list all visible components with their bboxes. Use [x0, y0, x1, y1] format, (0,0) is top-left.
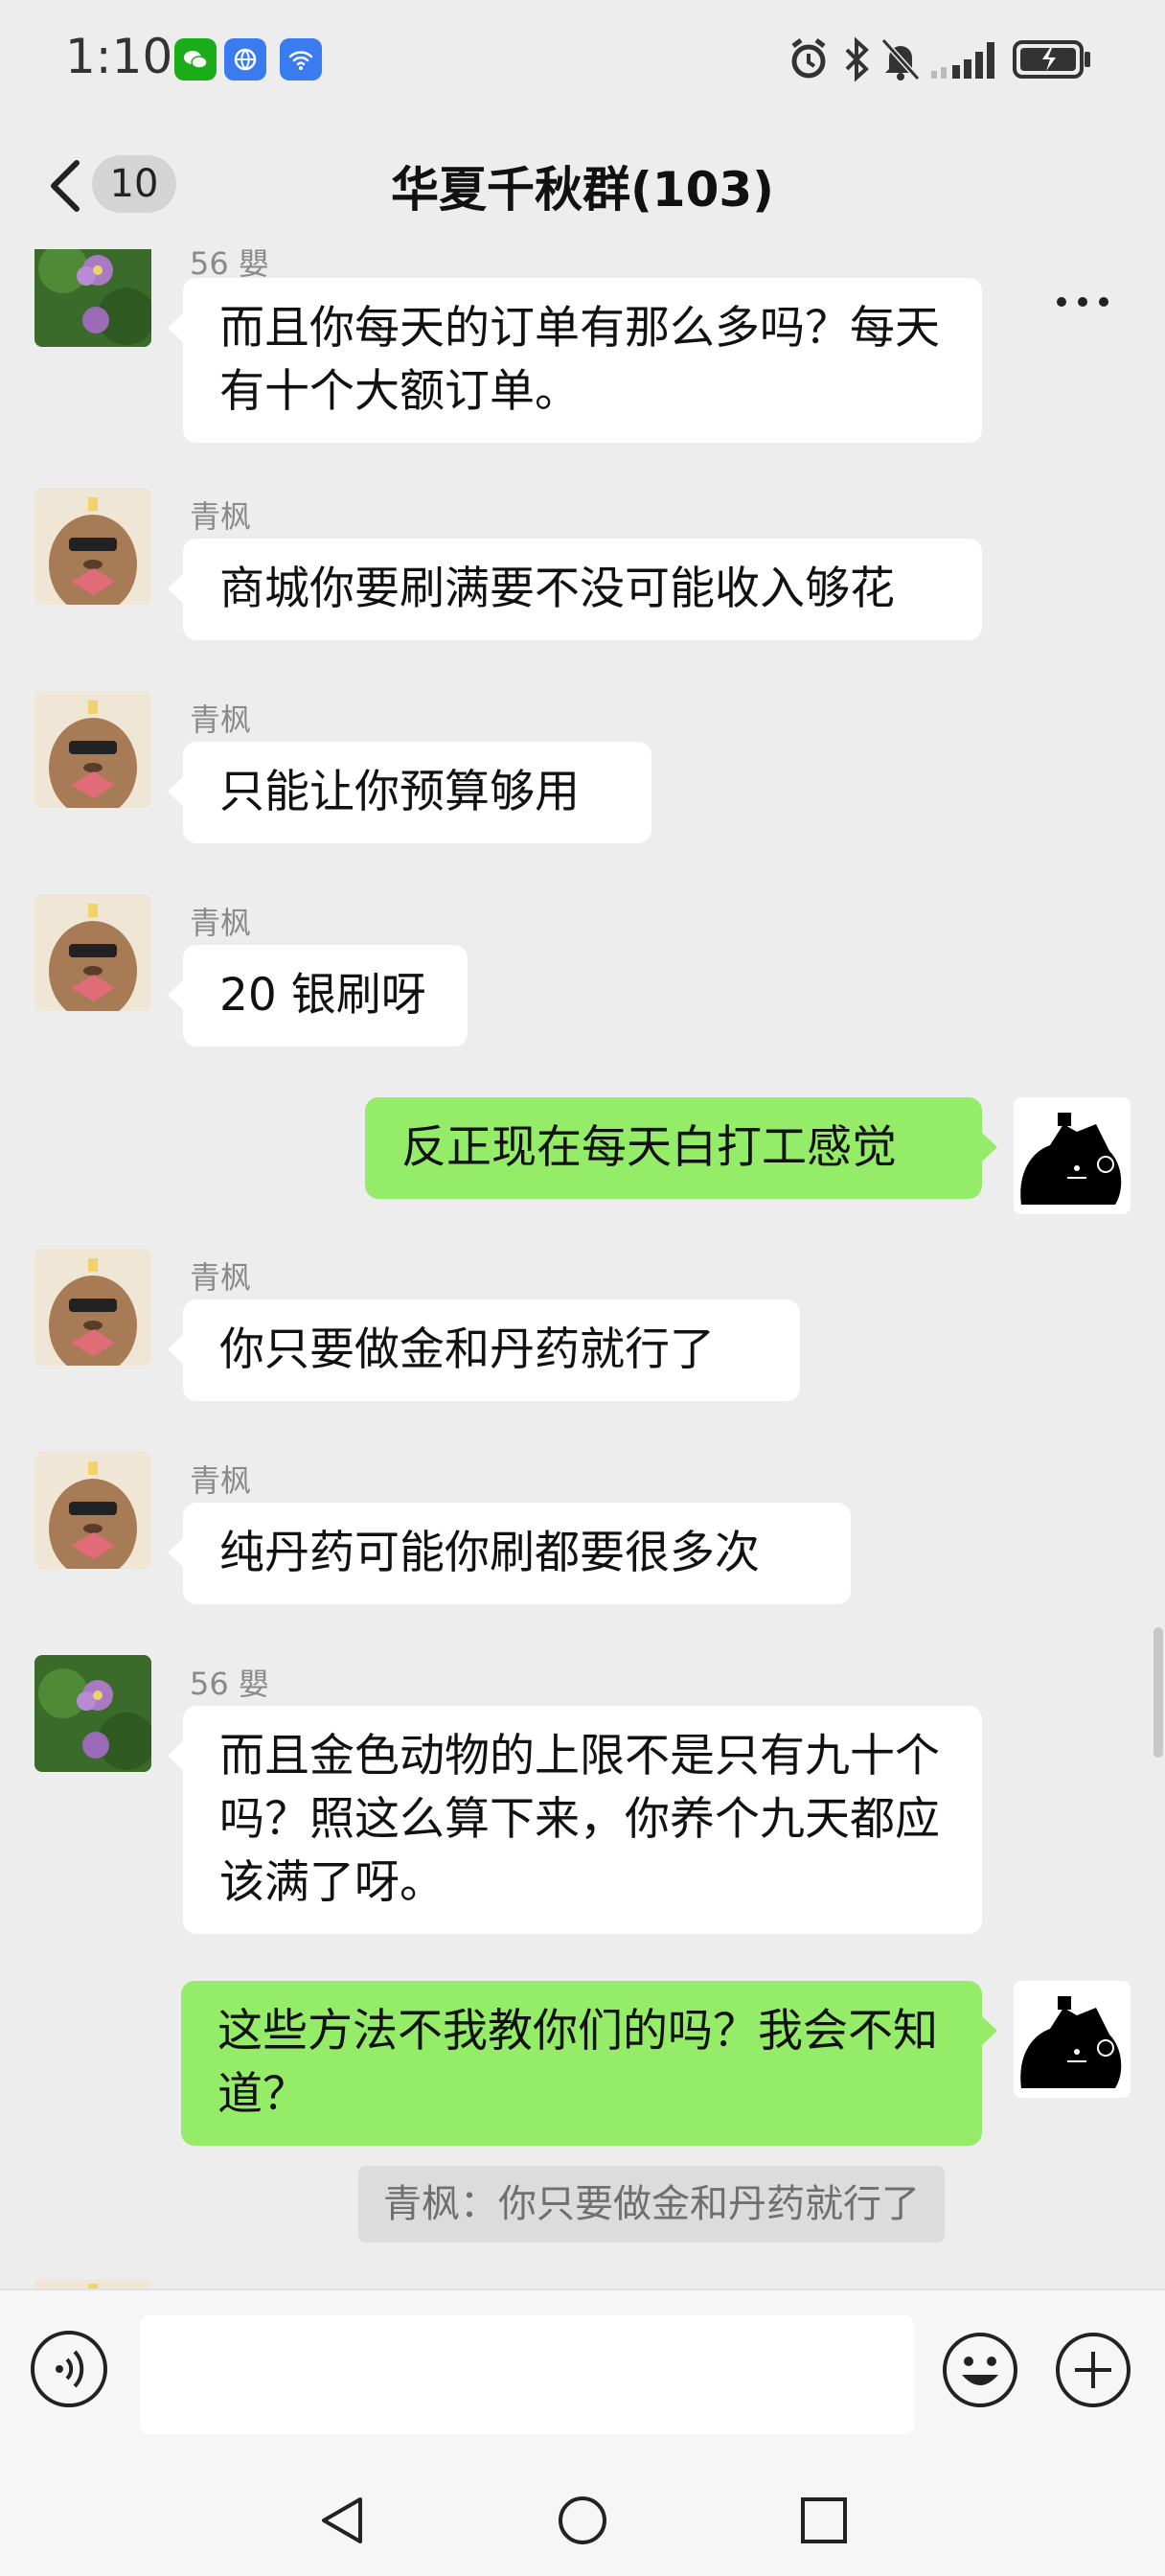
scrollbar-thumb[interactable] — [1154, 1627, 1163, 1758]
nav-recents-icon[interactable] — [797, 2494, 851, 2547]
message-bubble[interactable]: 而且金色动物的上限不是只有九十个吗？照这么算下来，你养个九天都应该满了呀。 — [168, 1706, 982, 1934]
sender-name: 青枫 — [190, 1259, 252, 1296]
status-time: 1:10 — [65, 29, 173, 84]
signal-icon — [931, 42, 994, 79]
input-bar — [0, 2288, 1165, 2453]
alarm-icon — [791, 38, 826, 79]
emoji-icon[interactable] — [941, 2331, 1019, 2409]
group-title[interactable]: 华夏千秋群(103) — [0, 151, 1165, 220]
voice-input-button[interactable] — [31, 2331, 107, 2407]
capybara-avatar[interactable] — [34, 488, 151, 605]
nav-home-icon[interactable] — [556, 2494, 609, 2547]
message-bubble[interactable]: 你只要做金和丹药就行了 — [168, 1300, 800, 1401]
quoted-message[interactable]: 青枫：你只要做金和丹药就行了 — [358, 2166, 945, 2242]
capybara-avatar[interactable] — [34, 1249, 151, 1366]
wifi-notification-icon — [280, 38, 322, 80]
capybara-avatar[interactable] — [34, 2277, 151, 2288]
flower-avatar[interactable] — [34, 249, 151, 347]
capybara-avatar[interactable] — [34, 1452, 151, 1569]
flower-avatar[interactable] — [34, 1655, 151, 1772]
nav-back-icon[interactable] — [316, 2494, 370, 2547]
mute-bell-icon — [880, 37, 921, 81]
black-cat-avatar[interactable] — [1014, 1981, 1131, 2098]
sender-name: 青枫 — [190, 1462, 252, 1499]
bluetooth-icon — [845, 36, 869, 82]
sender-name: 青枫 — [190, 498, 252, 535]
add-attachment-icon[interactable] — [1054, 2331, 1132, 2409]
battery-icon — [1013, 40, 1090, 79]
sender-name: 青枫 — [190, 905, 252, 941]
status-bar: 1:10 — [0, 0, 1165, 115]
message-input[interactable] — [140, 2315, 914, 2434]
voice-icon — [56, 2350, 84, 2388]
sender-name: 56 嬰 — [190, 1666, 269, 1702]
message-bubble[interactable]: 反正现在每天白打工感觉 — [365, 1097, 997, 1199]
capybara-avatar[interactable] — [34, 894, 151, 1011]
black-cat-avatar[interactable] — [1014, 1097, 1131, 1214]
capybara-avatar[interactable] — [34, 691, 151, 808]
message-bubble[interactable]: 这些方法不我教你们的吗？我会不知道？ — [181, 1981, 997, 2146]
message-bubble[interactable]: 而且你每天的订单有那么多吗？每天有十个大额订单。 — [168, 278, 982, 443]
sender-name: 青枫 — [190, 702, 252, 738]
browser-notification-icon — [224, 38, 266, 80]
message-bubble[interactable]: 只能让你预算够用 — [168, 742, 651, 843]
message-list[interactable]: 56 嬰 而且你每天的订单有那么多吗？每天有十个大额订单。 青枫 商城你要刷满要… — [0, 249, 1165, 2288]
message-bubble[interactable]: 20 银刷呀 — [168, 945, 468, 1046]
system-nav-bar — [0, 2451, 1165, 2576]
message-bubble[interactable]: 商城你要刷满要不没可能收入够花 — [168, 539, 982, 640]
wechat-notification-icon — [174, 38, 217, 80]
message-bubble[interactable]: 纯丹药可能你刷都要很多次 — [168, 1503, 851, 1604]
